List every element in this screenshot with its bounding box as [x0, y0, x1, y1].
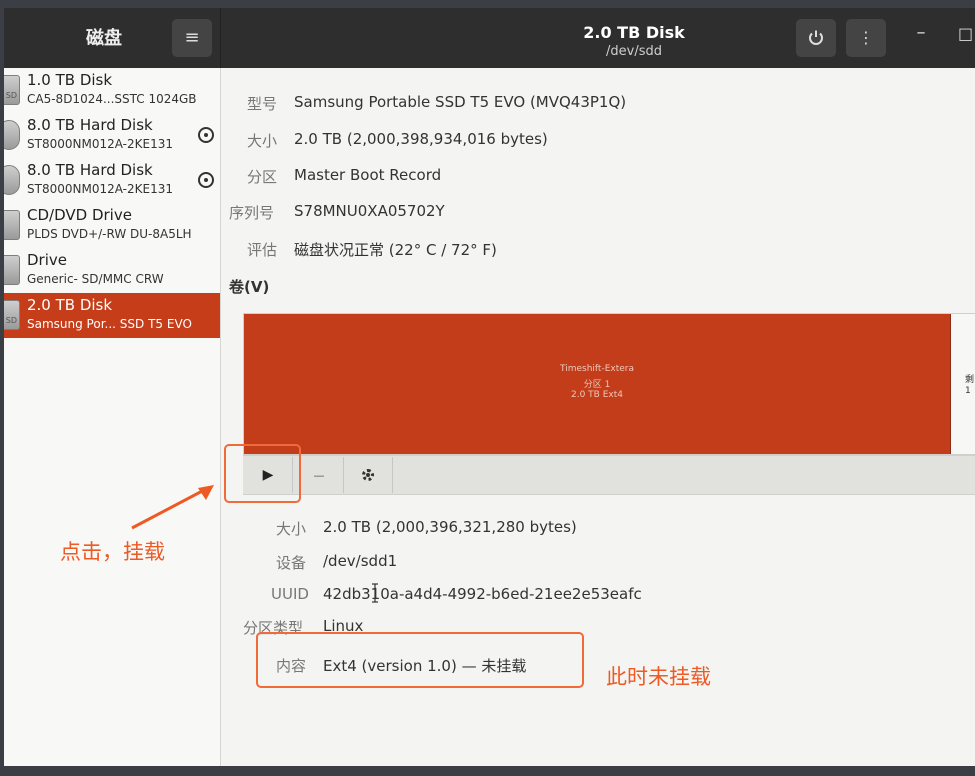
assessment-label: 评估: [247, 241, 278, 259]
partition-1-block[interactable]: Timeshift-Extera 分区 1 2.0 TB Ext4: [244, 314, 951, 454]
device-name: 8.0 TB Hard Disk: [27, 161, 153, 179]
disk-menu-button[interactable]: ⋮: [846, 19, 886, 57]
disc-icon: [198, 127, 214, 143]
partition-size-type: 2.0 TB Ext4: [571, 390, 623, 400]
partition-number: 分区 1: [583, 380, 611, 390]
partition-label: Timeshift-Extera: [560, 364, 634, 374]
mount-button-highlight: [224, 444, 301, 503]
annotation-not-mounted: 此时未挂载: [606, 665, 711, 689]
sidebar-item-8tb-hard-disk-2[interactable]: 8.0 TB Hard Disk ST8000NM012A-2KE131: [4, 158, 220, 203]
size-label: 大小: [247, 132, 278, 150]
hard-disk-icon: [4, 165, 20, 195]
optical-drive-icon: [4, 210, 20, 240]
disk-title: 2.0 TB Disk: [583, 23, 685, 42]
card-reader-icon: [4, 255, 20, 285]
device-model: Samsung Por... SSD T5 EVO: [27, 317, 192, 331]
volume-toolbar: ▶ —: [243, 455, 975, 495]
device-name: 8.0 TB Hard Disk: [27, 116, 153, 134]
uuid-label: UUID: [271, 585, 309, 603]
app-menu-button[interactable]: ≡: [172, 19, 212, 57]
device-value: /dev/sdd1: [323, 552, 398, 570]
volume-map: Timeshift-Extera 分区 1 2.0 TB Ext4 剩 1: [243, 313, 975, 455]
sidebar-item-cd-dvd-drive[interactable]: CD/DVD Drive PLDS DVD+/-RW DU-8A5LH: [4, 203, 220, 248]
assessment-value: 磁盘状况正常 (22° C / 72° F): [294, 241, 497, 259]
power-off-button[interactable]: [796, 19, 836, 57]
hard-disk-icon: [4, 120, 20, 150]
device-model: CA5-8D1024...SSTC 1024GB: [27, 92, 197, 106]
sidebar-item-8tb-hard-disk-1[interactable]: 8.0 TB Hard Disk ST8000NM012A-2KE131: [4, 113, 220, 158]
contents-highlight: [256, 632, 584, 688]
drive-icon: SD: [4, 75, 20, 105]
model-value: Samsung Portable SSD T5 EVO (MVQ43P1Q): [294, 93, 627, 111]
delete-partition-button[interactable]: —: [295, 457, 344, 493]
free-space-label: 剩: [965, 375, 975, 385]
disc-icon: [198, 172, 214, 188]
hamburger-menu-icon: ≡: [184, 27, 200, 48]
partitioning-label: 分区: [247, 168, 278, 186]
annotation-arrow: [131, 485, 214, 530]
partitioning-value: Master Boot Record: [294, 166, 442, 184]
device-sidebar: SD 1.0 TB Disk CA5-8D1024...SSTC 1024GB …: [4, 68, 221, 766]
device-name: Drive: [27, 251, 67, 269]
power-icon: [809, 30, 823, 45]
maximize-button[interactable]: □: [958, 24, 975, 54]
partition-options-button[interactable]: [344, 457, 393, 493]
device-model: PLDS DVD+/-RW DU-8A5LH: [27, 227, 192, 241]
device-model: Generic- SD/MMC CRW: [27, 272, 164, 286]
sidebar-item-1tb-disk[interactable]: SD 1.0 TB Disk CA5-8D1024...SSTC 1024GB: [4, 68, 220, 113]
sidebar-item-drive[interactable]: Drive Generic- SD/MMC CRW: [4, 248, 220, 293]
serial-label: 序列号: [229, 204, 275, 222]
header-bar: 磁盘 ≡ 2.0 TB Disk /dev/sdd ⋮ – □: [4, 8, 975, 68]
minimize-button[interactable]: –: [910, 22, 932, 52]
device-model: ST8000NM012A-2KE131: [27, 182, 173, 196]
volumes-heading: 卷(V): [229, 278, 270, 296]
minus-icon: —: [313, 469, 325, 482]
serial-value: S78MNU0XA05702Y: [294, 202, 445, 220]
device-name: 2.0 TB Disk: [27, 296, 113, 314]
sidebar-header: 磁盘 ≡: [4, 8, 221, 68]
gear-icon: [362, 469, 374, 481]
partition-size-value: 2.0 TB (2,000,396,321,280 bytes): [323, 518, 577, 536]
disk-device-path: /dev/sdd: [606, 44, 662, 59]
sidebar-item-2tb-disk[interactable]: SD 2.0 TB Disk Samsung Por... SSD T5 EVO: [4, 293, 220, 338]
free-space-size: 1: [965, 386, 971, 396]
model-label: 型号: [247, 95, 278, 113]
sidebar-title: 磁盘: [86, 28, 122, 49]
drive-icon: SD: [4, 300, 20, 330]
device-name: 1.0 TB Disk: [27, 71, 113, 89]
annotation-click-mount: 点击，挂载: [60, 540, 165, 564]
partition-size-label: 大小: [276, 520, 307, 538]
uuid-value: 42db310a-a4d4-4992-b6ed-21ee2e53eafc: [323, 585, 642, 603]
device-name: CD/DVD Drive: [27, 206, 132, 224]
free-space-block[interactable]: 剩 1: [951, 314, 975, 454]
device-label: 设备: [276, 554, 307, 572]
vertical-dots-icon: ⋮: [858, 28, 874, 47]
device-model: ST8000NM012A-2KE131: [27, 137, 173, 151]
text-cursor-icon: [372, 583, 378, 603]
size-value: 2.0 TB (2,000,398,934,016 bytes): [294, 130, 548, 148]
